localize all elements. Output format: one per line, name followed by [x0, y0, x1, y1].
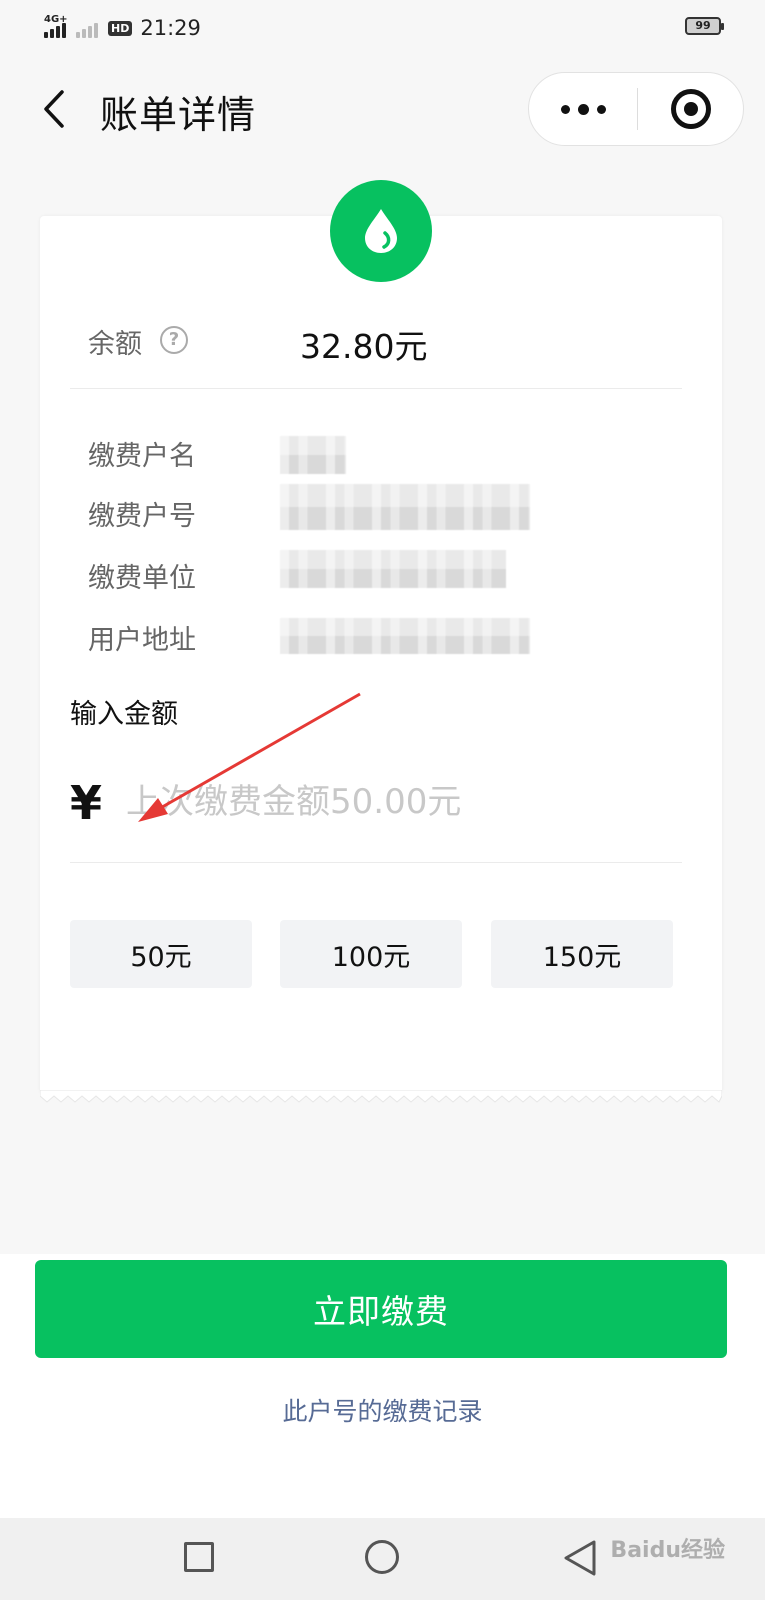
preset-amount-button[interactable]: 50元	[70, 920, 252, 988]
secondary-signal-icon	[76, 18, 98, 38]
account-name-redacted	[280, 436, 346, 474]
account-name-label: 缴费户名	[88, 441, 196, 472]
watermark: Baidu经验	[610, 1538, 725, 1563]
divider	[70, 862, 682, 863]
pay-now-button[interactable]: 立即缴费	[35, 1260, 727, 1358]
more-dots-icon	[560, 104, 570, 114]
balance-label: 余额	[88, 329, 142, 360]
more-dots-icon-middle	[577, 103, 589, 115]
nav-bar: 账单详情	[0, 62, 765, 158]
back-arrow-icon[interactable]	[36, 86, 76, 132]
amount-section-title: 输入金额	[70, 699, 178, 730]
cellular-signal-icon: 4G+	[44, 14, 68, 38]
more-dots-icon-right	[596, 104, 606, 114]
status-bar: 4G+ HD 21:29 99	[0, 0, 765, 56]
balance-value: 32.80元	[300, 327, 428, 366]
divider	[70, 388, 682, 389]
account-number-label: 缴费户号	[88, 501, 196, 532]
yen-symbol: ¥	[70, 776, 103, 830]
bill-card: 余额 ? 32.80元 缴费户名 缴费户号 缴费单位 用户地址 输入金额 ¥ 5…	[40, 180, 722, 1103]
close-miniprogram-button[interactable]	[638, 73, 743, 145]
help-icon[interactable]: ?	[160, 326, 188, 354]
amount-input[interactable]	[126, 772, 666, 832]
billing-unit-label: 缴费单位	[88, 563, 196, 594]
battery-icon: 99	[685, 17, 724, 35]
network-type: 4G+	[44, 14, 68, 25]
preset-amount-button[interactable]: 100元	[280, 920, 462, 988]
home-icon[interactable]	[365, 1540, 399, 1574]
recent-apps-icon[interactable]	[184, 1542, 214, 1572]
target-circle-icon	[670, 89, 711, 129]
receipt-edge	[40, 1090, 722, 1103]
user-address-redacted	[280, 618, 530, 654]
water-utility-logo	[330, 180, 432, 282]
system-nav-bar: Baidu经验	[0, 1518, 765, 1600]
billing-unit-redacted	[280, 550, 506, 588]
payment-records-link[interactable]: 此户号的缴费记录	[0, 1392, 765, 1428]
page-title: 账单详情	[100, 93, 257, 137]
miniprogram-capsule	[528, 72, 744, 146]
user-address-label: 用户地址	[88, 625, 196, 656]
hd-badge: HD	[108, 20, 133, 36]
preset-amount-button[interactable]: 150元	[491, 920, 673, 988]
more-options-button[interactable]	[529, 73, 637, 145]
water-drop-icon	[365, 209, 397, 253]
clock: 21:29	[140, 16, 201, 40]
account-number-redacted	[280, 484, 530, 530]
system-back-icon[interactable]	[560, 1536, 600, 1580]
